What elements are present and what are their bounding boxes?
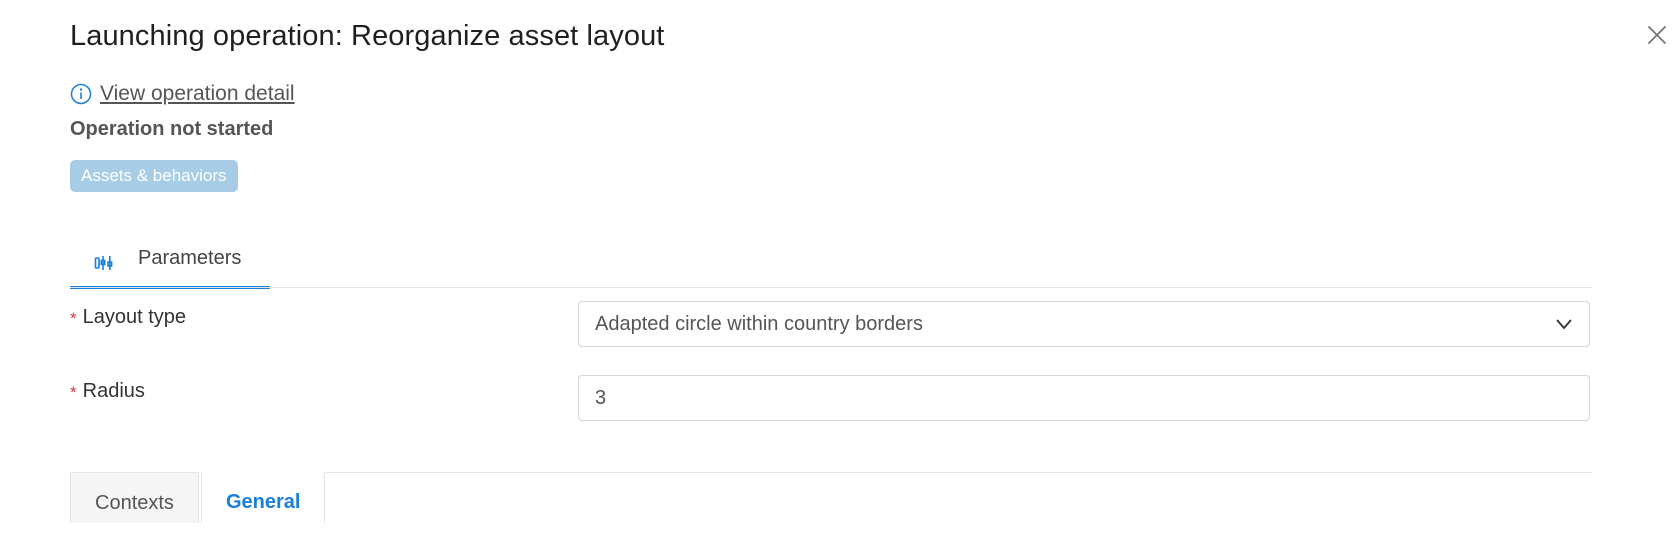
tab-parameters[interactable]: Parameters <box>70 240 270 289</box>
layout-type-value: Adapted circle within country borders <box>595 313 923 335</box>
required-mark: * <box>70 309 77 328</box>
view-operation-detail-link[interactable]: View operation detail <box>100 82 295 106</box>
parameters-icon <box>94 256 113 270</box>
tab-parameters-label: Parameters <box>138 247 242 269</box>
radius-label: * Radius <box>70 380 145 403</box>
category-badge: Assets & behaviors <box>70 160 238 192</box>
chevron-down-icon <box>1556 319 1572 330</box>
radius-input[interactable]: 3 <box>578 375 1590 421</box>
dialog-title: Launching operation: Reorganize asset la… <box>70 20 665 52</box>
radius-label-text: Radius <box>82 380 145 402</box>
bottom-tabs: Contexts General <box>70 472 326 523</box>
operation-status: Operation not started <box>70 118 274 140</box>
required-mark: * <box>70 383 77 402</box>
bottom-tab-divider <box>326 472 1592 473</box>
info-icon <box>70 83 92 105</box>
tab-general[interactable]: General <box>200 472 326 523</box>
layout-type-label: * Layout type <box>70 306 186 329</box>
operation-detail-row: View operation detail <box>70 82 295 106</box>
tab-contexts[interactable]: Contexts <box>70 472 199 523</box>
tab-divider <box>70 287 1592 288</box>
radius-value: 3 <box>595 387 607 409</box>
close-icon[interactable] <box>1644 22 1670 48</box>
layout-type-select[interactable]: Adapted circle within country borders <box>578 301 1590 347</box>
layout-type-label-text: Layout type <box>82 306 187 328</box>
